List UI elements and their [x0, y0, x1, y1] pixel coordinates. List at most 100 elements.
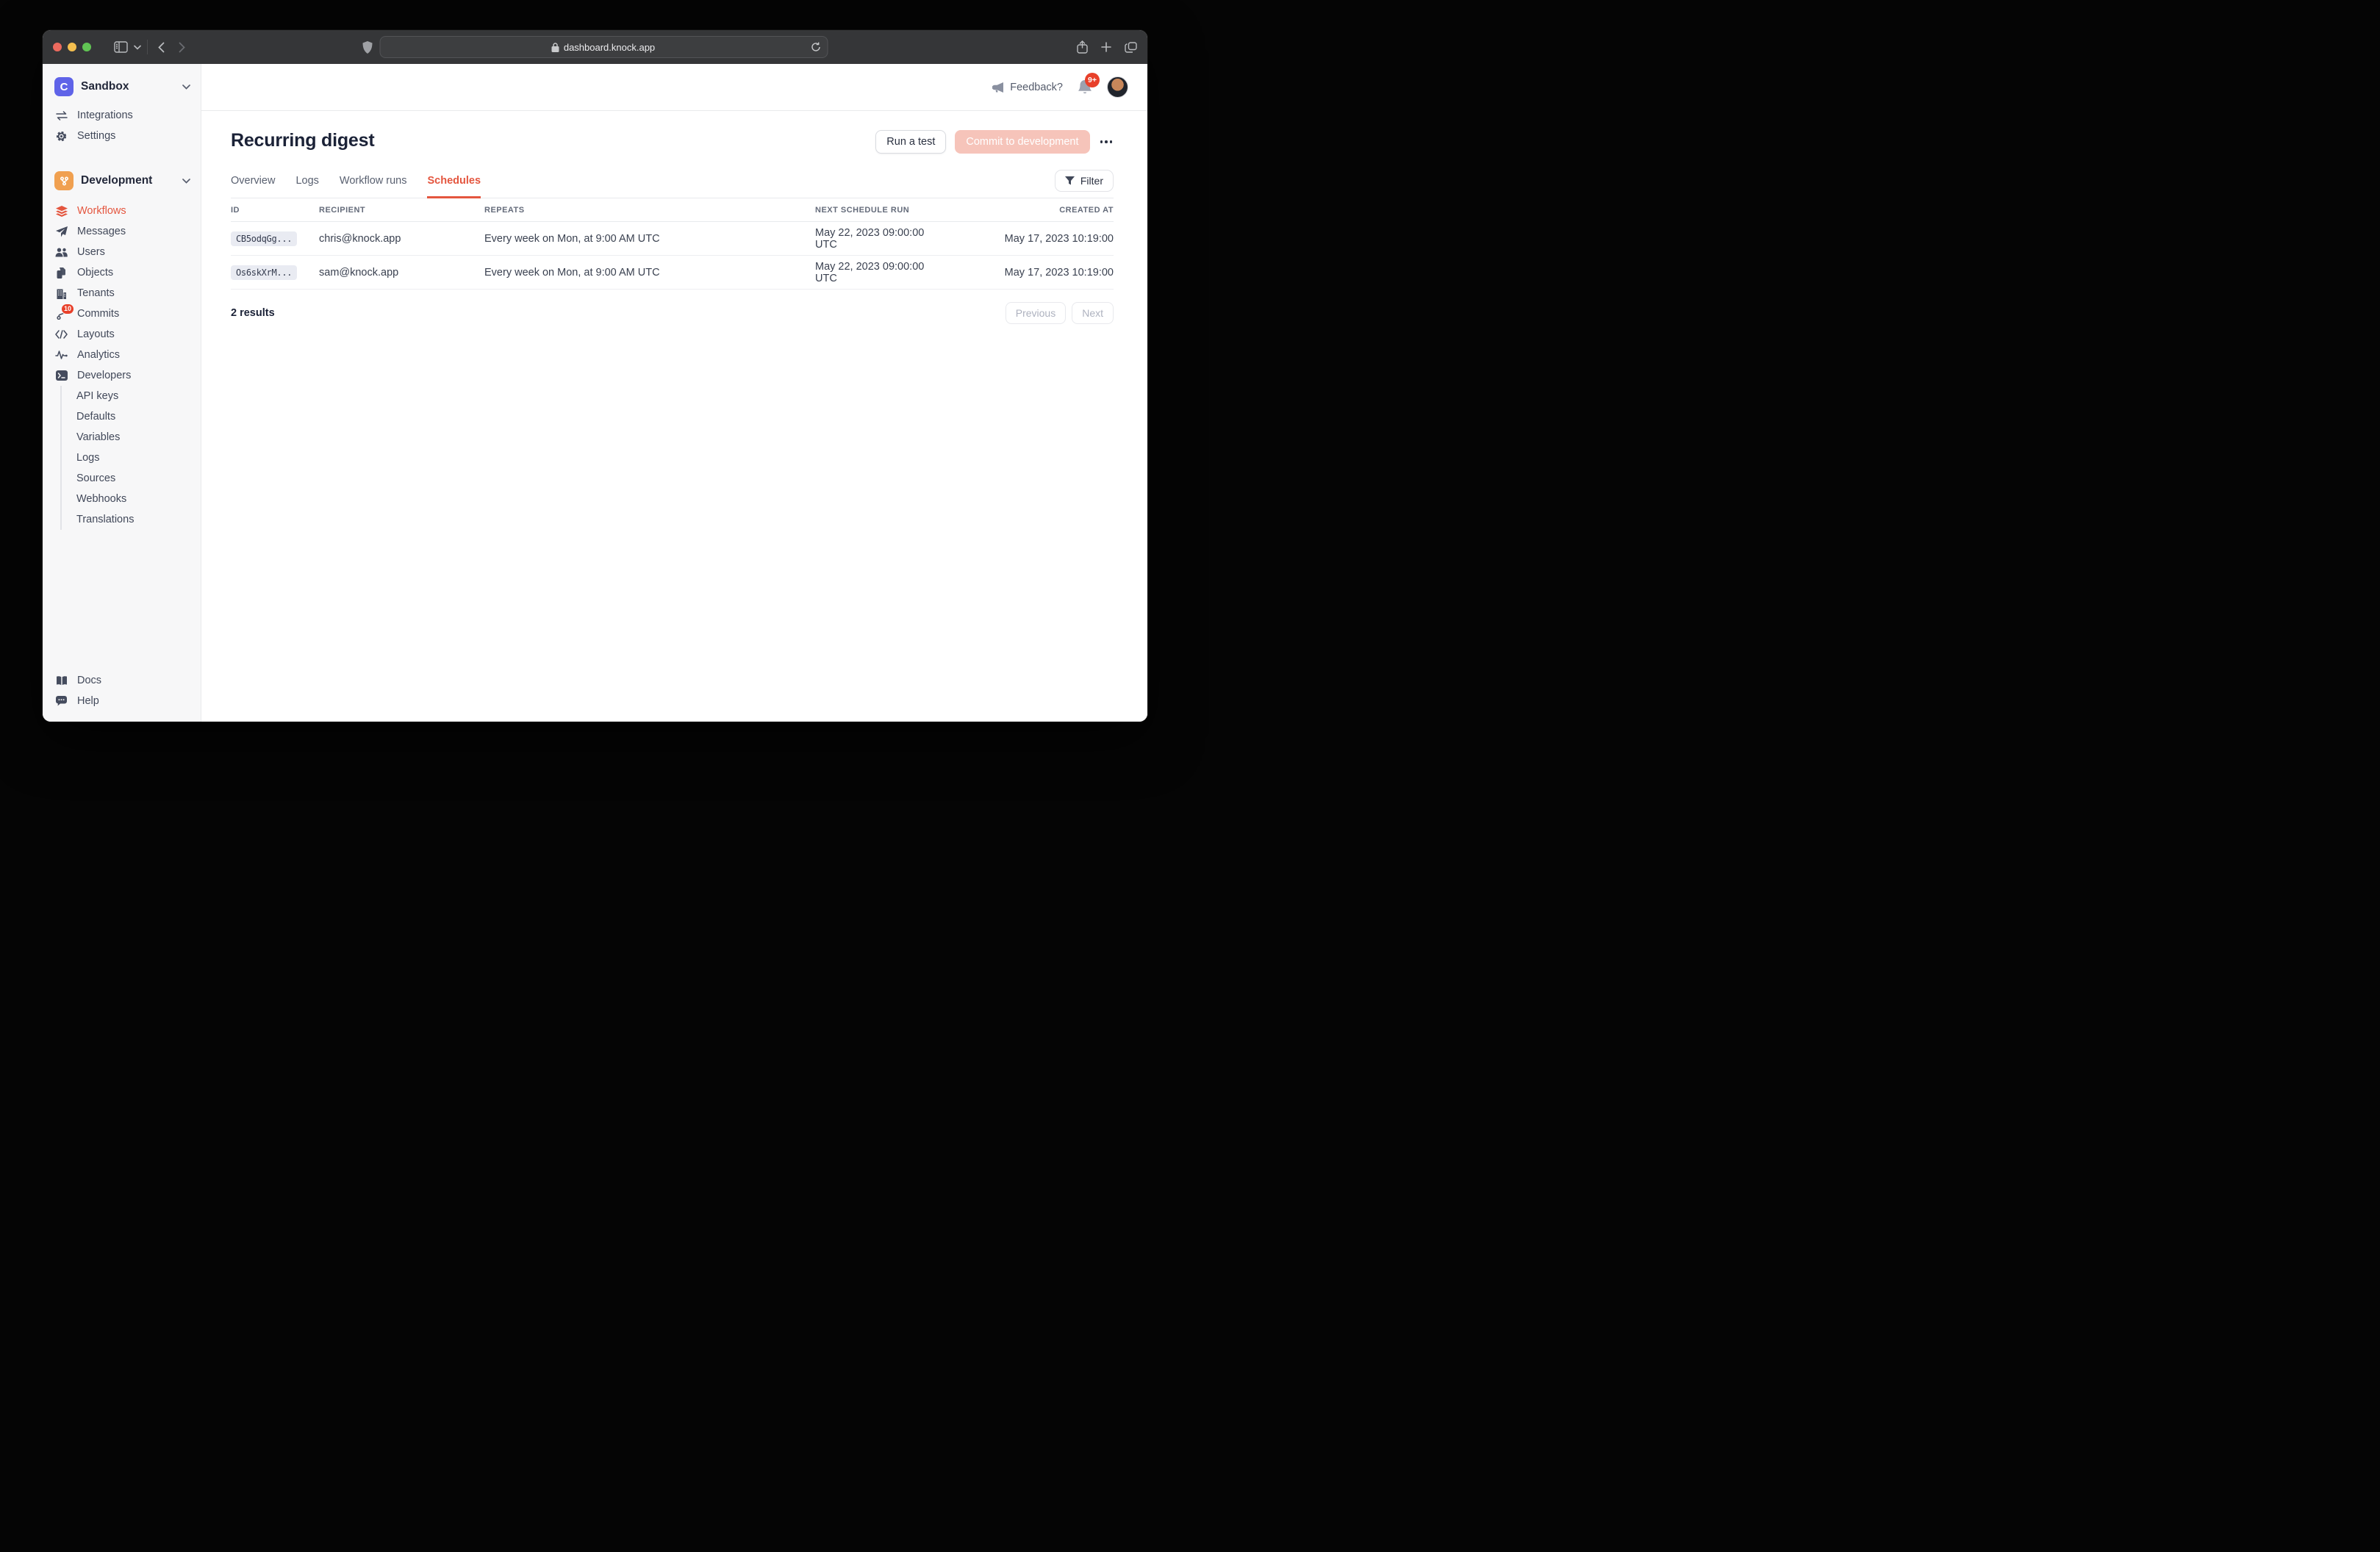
users-icon	[54, 248, 68, 257]
schedule-id-chip[interactable]: Os6skXrM...	[231, 265, 297, 280]
schedules-table: ID Recipient Repeats Next schedule run C…	[231, 198, 1114, 290]
sidebar-item-commits[interactable]: 10 Commits	[54, 303, 190, 324]
sidebar-item-messages[interactable]: Messages	[54, 221, 190, 242]
sidebar-item-webhooks[interactable]: Webhooks	[76, 489, 190, 509]
previous-page-button[interactable]: Previous	[1006, 302, 1066, 324]
next-run-cell: May 22, 2023 09:00:00 UTC	[815, 261, 948, 284]
workspace-name: Sandbox	[81, 80, 175, 93]
notifications-button[interactable]: 9+	[1078, 79, 1092, 96]
more-options-button[interactable]	[1099, 137, 1114, 146]
sidebar-item-label: Layouts	[77, 328, 115, 340]
forward-icon[interactable]	[171, 37, 192, 57]
sidebar-item-label: Defaults	[76, 411, 115, 423]
environment-logo	[54, 171, 74, 190]
sidebar-item-sources[interactable]: Sources	[76, 468, 190, 489]
workspace-switcher[interactable]: C Sandbox	[54, 74, 190, 99]
ellipsis-icon	[1100, 140, 1103, 143]
avatar[interactable]	[1107, 76, 1128, 98]
feedback-label: Feedback?	[1010, 82, 1063, 93]
megaphone-icon	[992, 82, 1004, 93]
sidebar-item-label: Settings	[77, 130, 115, 142]
recipient-cell: chris@knock.app	[319, 233, 484, 245]
sidebar-item-analytics[interactable]: Analytics	[54, 345, 190, 365]
repeats-cell: Every week on Mon, at 9:00 AM UTC	[484, 233, 815, 245]
sidebar-item-variables[interactable]: Variables	[76, 427, 190, 448]
plus-icon[interactable]	[1101, 42, 1111, 52]
chat-bubble-icon	[54, 696, 68, 706]
sidebar-item-workflows[interactable]: Workflows	[54, 201, 190, 221]
sidebar-item-logs[interactable]: Logs	[76, 448, 190, 468]
tab-bar: Overview Logs Workflow runs Schedules	[231, 175, 481, 198]
chevron-down-icon[interactable]	[131, 37, 144, 57]
sidebar-item-label: Help	[77, 695, 99, 707]
sidebar-item-developers[interactable]: Developers	[54, 365, 190, 386]
commit-to-development-button[interactable]: Commit to development	[955, 130, 1089, 154]
zoom-window-button[interactable]	[82, 43, 91, 51]
sidebar-item-defaults[interactable]: Defaults	[76, 406, 190, 427]
sidebar-item-users[interactable]: Users	[54, 242, 190, 262]
tab-schedules[interactable]: Schedules	[427, 175, 481, 198]
tab-overview[interactable]: Overview	[231, 175, 275, 198]
lock-icon	[552, 43, 559, 52]
sidebar-item-label: Sources	[76, 473, 115, 484]
gear-icon	[54, 131, 68, 142]
back-icon[interactable]	[151, 37, 171, 57]
address-bar[interactable]: dashboard.knock.app	[379, 36, 828, 58]
run-a-test-button[interactable]: Run a test	[875, 130, 946, 154]
chevron-down-icon	[182, 179, 190, 184]
sidebar-item-label: API keys	[76, 390, 118, 402]
paper-plane-icon	[54, 226, 68, 237]
sidebar: C Sandbox Integrations	[43, 64, 201, 722]
sidebar-item-docs[interactable]: Docs	[54, 670, 190, 691]
sidebar-item-label: Variables	[76, 431, 120, 443]
sidebar-item-api-keys[interactable]: API keys	[76, 386, 190, 406]
sidebar-item-label: Objects	[77, 267, 113, 279]
layers-icon	[54, 206, 68, 217]
browser-window: dashboard.knock.app	[43, 30, 1147, 722]
sidebar-item-label: Analytics	[77, 349, 120, 361]
chevron-down-icon	[182, 85, 190, 90]
sidebar-item-settings[interactable]: Settings	[54, 126, 190, 146]
table-row[interactable]: CB5odqGg... chris@knock.app Every week o…	[231, 222, 1114, 256]
next-run-cell: May 22, 2023 09:00:00 UTC	[815, 227, 948, 251]
tabs-icon[interactable]	[1125, 42, 1137, 53]
building-icon	[54, 288, 68, 299]
minimize-window-button[interactable]	[68, 43, 76, 51]
sidebar-item-help[interactable]: Help	[54, 691, 190, 711]
sidebar-item-label: Integrations	[77, 109, 133, 121]
book-icon	[54, 676, 68, 686]
sidebar-item-integrations[interactable]: Integrations	[54, 105, 190, 126]
swap-arrows-icon	[54, 111, 68, 121]
share-icon[interactable]	[1077, 40, 1088, 54]
created-at-cell: May 17, 2023 10:19:00	[948, 267, 1114, 279]
sidebar-item-objects[interactable]: Objects	[54, 262, 190, 283]
documents-icon	[54, 267, 68, 279]
sidebar-item-label: Users	[77, 246, 105, 258]
sidebar-item-label: Workflows	[77, 205, 126, 217]
tab-workflow-runs[interactable]: Workflow runs	[340, 175, 407, 198]
sidebar-item-label: Webhooks	[76, 493, 126, 505]
recipient-cell: sam@knock.app	[319, 267, 484, 279]
feedback-button[interactable]: Feedback?	[992, 82, 1063, 93]
schedule-id-chip[interactable]: CB5odqGg...	[231, 231, 297, 246]
sidebar-item-label: Docs	[77, 675, 101, 686]
desktop-background: dashboard.knock.app	[0, 0, 1190, 776]
shield-icon[interactable]	[362, 41, 372, 54]
reload-icon[interactable]	[811, 42, 820, 52]
next-page-button[interactable]: Next	[1072, 302, 1114, 324]
sidebar-item-tenants[interactable]: Tenants	[54, 283, 190, 303]
tab-logs[interactable]: Logs	[295, 175, 318, 198]
window-controls	[53, 43, 91, 51]
environment-switcher[interactable]: Development	[54, 168, 190, 193]
sidebar-item-label: Commits	[77, 308, 119, 320]
filter-label: Filter	[1080, 175, 1103, 187]
table-row[interactable]: Os6skXrM... sam@knock.app Every week on …	[231, 256, 1114, 290]
app-header: Feedback? 9+	[201, 64, 1147, 111]
sidebar-toggle-icon[interactable]	[110, 37, 131, 57]
repeats-cell: Every week on Mon, at 9:00 AM UTC	[484, 267, 815, 279]
filter-button[interactable]: Filter	[1055, 170, 1114, 192]
sidebar-item-translations[interactable]: Translations	[76, 509, 190, 530]
sidebar-item-layouts[interactable]: Layouts	[54, 324, 190, 345]
column-header-id: ID	[231, 206, 319, 215]
close-window-button[interactable]	[53, 43, 62, 51]
